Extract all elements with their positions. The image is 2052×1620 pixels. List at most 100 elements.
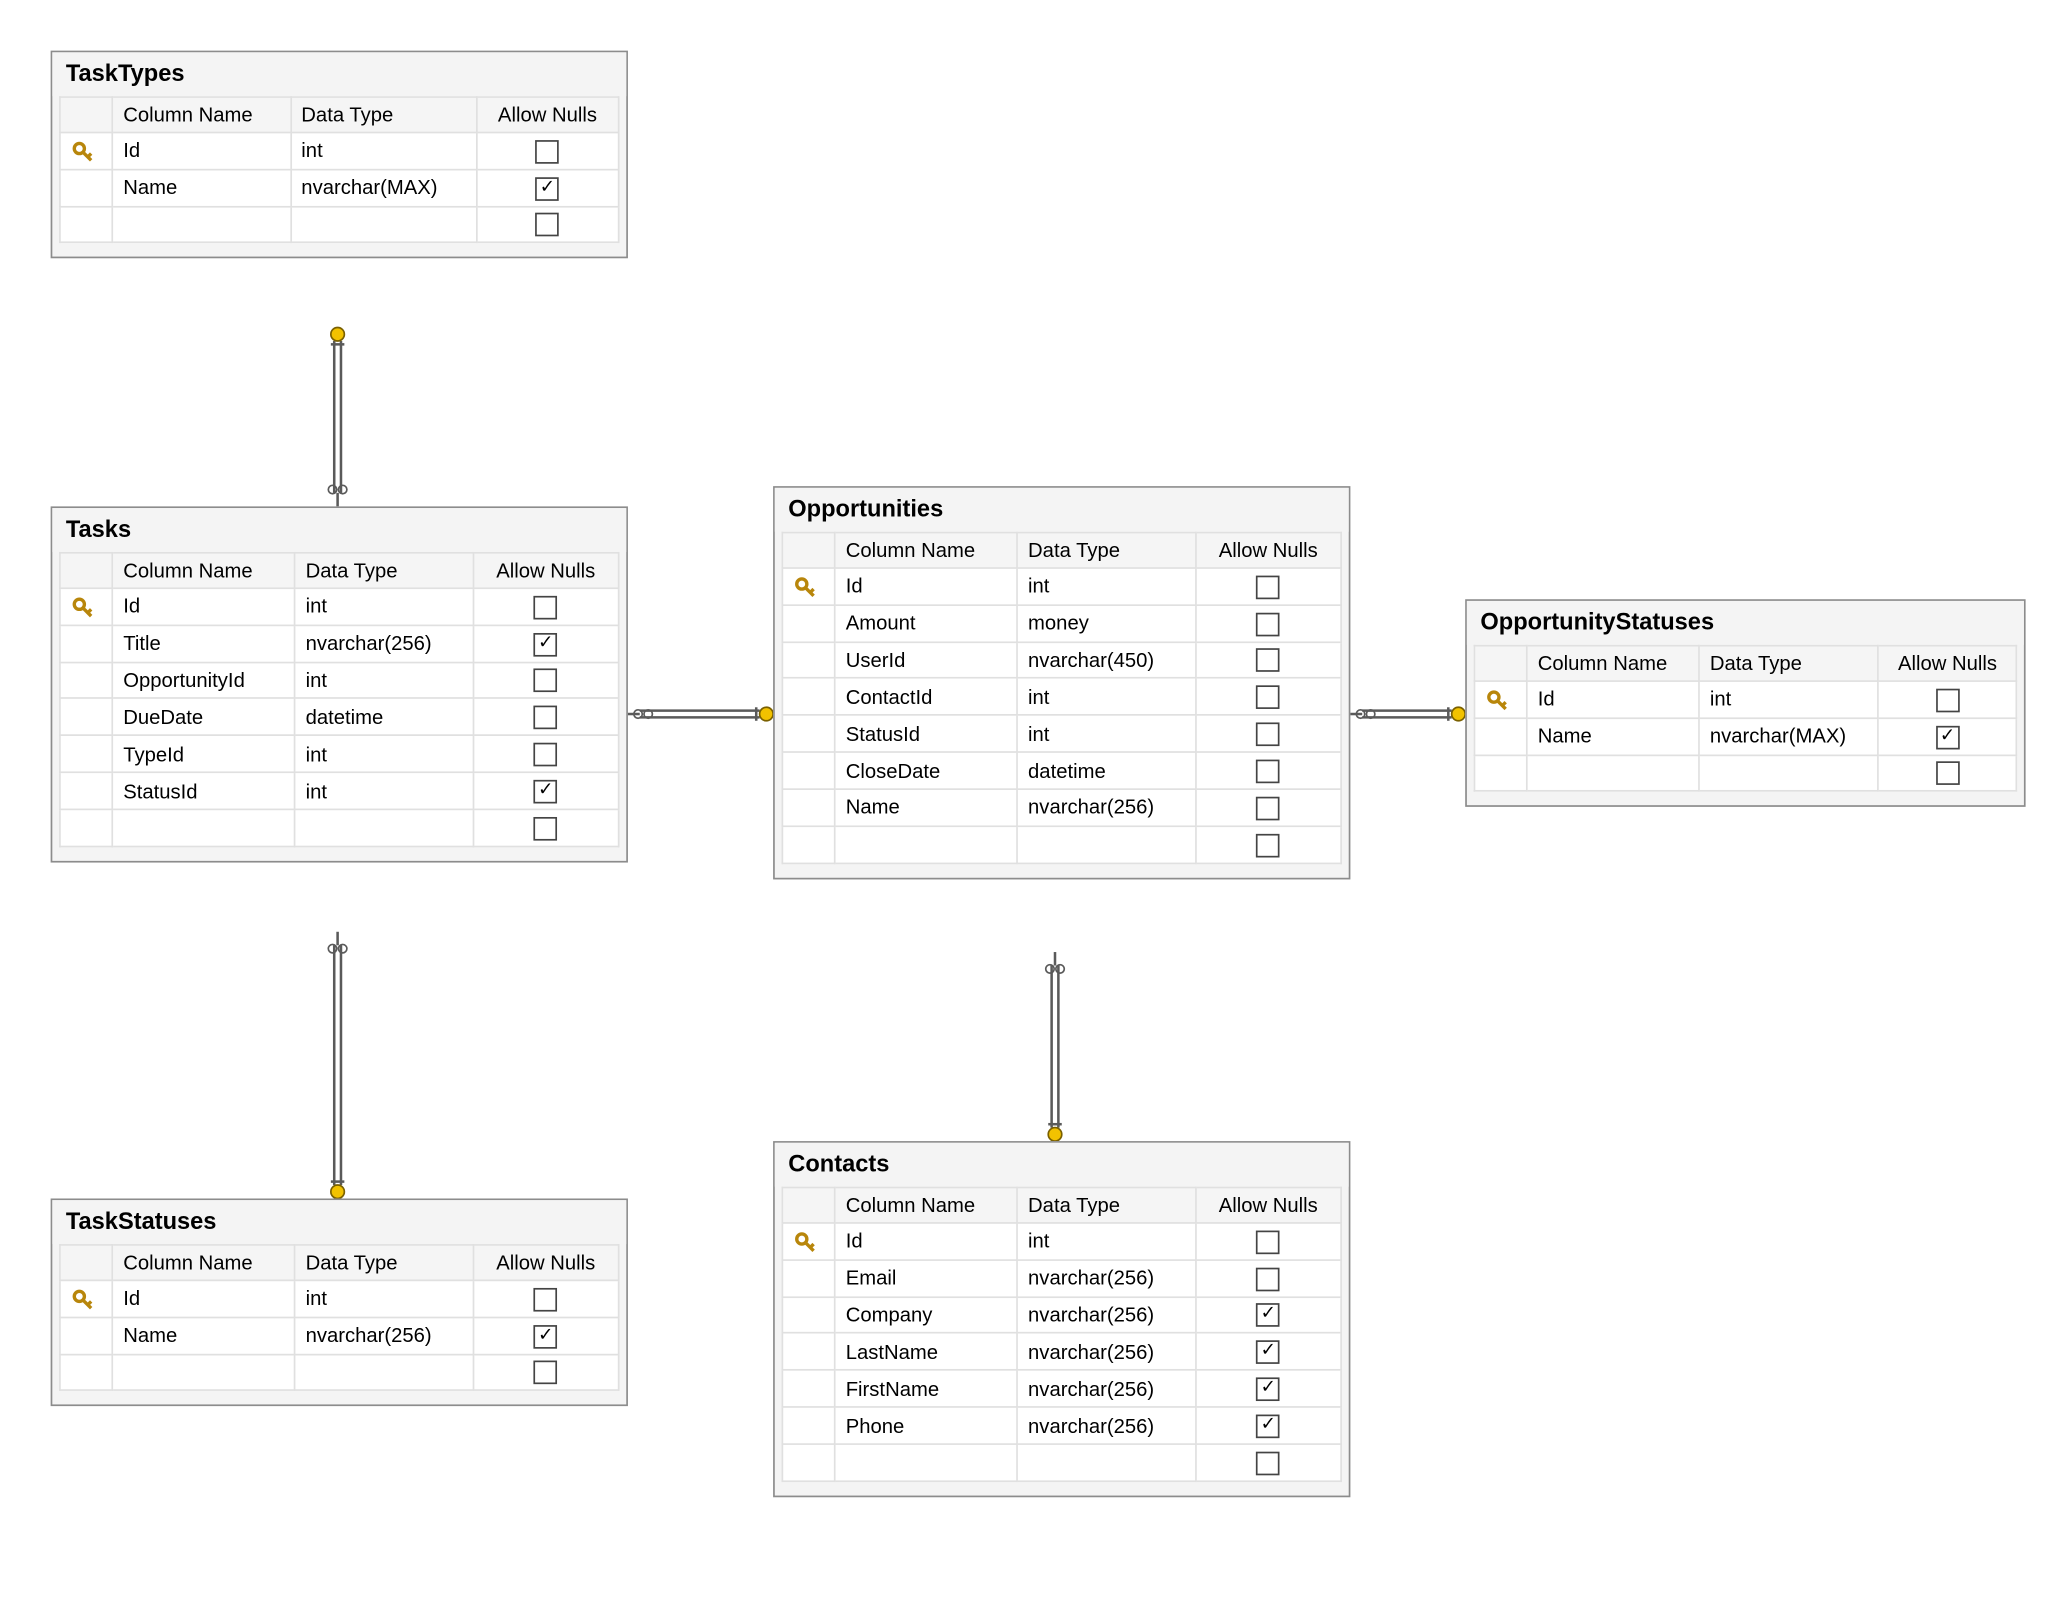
allow-nulls-cell[interactable] (1879, 681, 2017, 718)
column-row[interactable]: Namenvarchar(MAX) (1474, 718, 2016, 755)
allow-nulls-cell[interactable] (473, 662, 619, 699)
column-row[interactable]: Namenvarchar(256) (60, 1317, 619, 1354)
column-row[interactable]: StatusIdint (782, 715, 1341, 752)
allow-nulls-cell[interactable] (1195, 752, 1341, 789)
checkbox-icon[interactable] (1936, 725, 1960, 749)
column-row[interactable]: DueDatedatetime (60, 699, 619, 736)
checkbox-icon[interactable] (1256, 1378, 1280, 1402)
allow-nulls-cell[interactable] (476, 206, 618, 243)
allow-nulls-cell[interactable] (473, 1317, 619, 1354)
table-contacts[interactable]: ContactsColumn NameData TypeAllow NullsI… (773, 1141, 1350, 1497)
column-row[interactable]: Namenvarchar(MAX) (60, 169, 619, 206)
column-row[interactable]: Idint (60, 133, 619, 170)
column-row[interactable]: Titlenvarchar(256) (60, 625, 619, 662)
checkbox-icon[interactable] (1256, 1414, 1280, 1438)
checkbox-icon[interactable] (534, 817, 558, 841)
checkbox-icon[interactable] (534, 632, 558, 656)
checkbox-icon[interactable] (1256, 1341, 1280, 1365)
checkbox-icon[interactable] (534, 1288, 558, 1312)
column-row[interactable]: Idint (1474, 681, 2016, 718)
checkbox-icon[interactable] (1256, 1304, 1280, 1328)
column-row-empty[interactable] (782, 1444, 1341, 1481)
checkbox-icon[interactable] (536, 177, 560, 201)
checkbox-icon[interactable] (1256, 1230, 1280, 1254)
allow-nulls-cell[interactable] (1195, 679, 1341, 716)
checkbox-icon[interactable] (534, 1324, 558, 1348)
table-opportunitystatuses[interactable]: OpportunityStatusesColumn NameData TypeA… (1465, 599, 2025, 807)
column-row-empty[interactable] (60, 1354, 619, 1391)
allow-nulls-cell[interactable] (1195, 1444, 1341, 1481)
allow-nulls-cell[interactable] (473, 809, 619, 846)
allow-nulls-cell[interactable] (1195, 1297, 1341, 1334)
allow-nulls-cell[interactable] (1195, 568, 1341, 605)
allow-nulls-cell[interactable] (1879, 755, 2017, 792)
table-taskstatuses[interactable]: TaskStatusesColumn NameData TypeAllow Nu… (51, 1198, 628, 1406)
header-keycol (782, 533, 834, 568)
allow-nulls-cell[interactable] (473, 736, 619, 773)
allow-nulls-cell[interactable] (1195, 1407, 1341, 1444)
allow-nulls-cell[interactable] (1195, 605, 1341, 642)
column-row-empty[interactable] (60, 206, 619, 243)
checkbox-icon[interactable] (534, 743, 558, 767)
checkbox-icon[interactable] (1256, 796, 1280, 820)
allow-nulls-cell[interactable] (473, 699, 619, 736)
column-row[interactable]: Idint (60, 1280, 619, 1317)
column-row[interactable]: CloseDatedatetime (782, 752, 1341, 789)
checkbox-icon[interactable] (534, 596, 558, 620)
allow-nulls-cell[interactable] (1195, 1260, 1341, 1297)
allow-nulls-cell[interactable] (473, 1280, 619, 1317)
column-row[interactable]: Namenvarchar(256) (782, 789, 1341, 826)
column-row[interactable]: StatusIdint (60, 772, 619, 809)
allow-nulls-cell[interactable] (473, 588, 619, 625)
allow-nulls-cell[interactable] (476, 133, 618, 170)
checkbox-icon[interactable] (1256, 686, 1280, 710)
column-row[interactable]: OpportunityIdint (60, 662, 619, 699)
table-tasktypes[interactable]: TaskTypesColumn NameData TypeAllow Nulls… (51, 51, 628, 259)
allow-nulls-cell[interactable] (473, 772, 619, 809)
checkbox-icon[interactable] (1256, 649, 1280, 673)
checkbox-icon[interactable] (536, 214, 560, 238)
column-row[interactable]: UserIdnvarchar(450) (782, 642, 1341, 679)
allow-nulls-cell[interactable] (1195, 789, 1341, 826)
checkbox-icon[interactable] (1256, 723, 1280, 747)
column-row-empty[interactable] (782, 826, 1341, 863)
column-row[interactable]: Emailnvarchar(256) (782, 1260, 1341, 1297)
checkbox-icon[interactable] (1936, 688, 1960, 712)
allow-nulls-cell[interactable] (1195, 715, 1341, 752)
allow-nulls-cell[interactable] (476, 169, 618, 206)
allow-nulls-cell[interactable] (473, 625, 619, 662)
allow-nulls-cell[interactable] (1195, 1333, 1341, 1370)
checkbox-icon[interactable] (534, 1361, 558, 1385)
allow-nulls-cell[interactable] (473, 1354, 619, 1391)
column-row[interactable]: Phonenvarchar(256) (782, 1407, 1341, 1444)
column-row[interactable]: Idint (782, 568, 1341, 605)
checkbox-icon[interactable] (1256, 1451, 1280, 1475)
column-row[interactable]: Companynvarchar(256) (782, 1297, 1341, 1334)
column-row-empty[interactable] (1474, 755, 2016, 792)
checkbox-icon[interactable] (1256, 612, 1280, 636)
column-row[interactable]: Idint (60, 588, 619, 625)
column-row[interactable]: Idint (782, 1223, 1341, 1260)
table-tasks[interactable]: TasksColumn NameData TypeAllow NullsIdin… (51, 506, 628, 862)
checkbox-icon[interactable] (534, 706, 558, 730)
checkbox-icon[interactable] (1936, 762, 1960, 786)
allow-nulls-cell[interactable] (1879, 718, 2017, 755)
checkbox-icon[interactable] (534, 780, 558, 804)
checkbox-icon[interactable] (1256, 575, 1280, 599)
allow-nulls-cell[interactable] (1195, 1223, 1341, 1260)
column-row[interactable]: Amountmoney (782, 605, 1341, 642)
checkbox-icon[interactable] (1256, 833, 1280, 857)
column-row-empty[interactable] (60, 809, 619, 846)
column-row[interactable]: FirstNamenvarchar(256) (782, 1370, 1341, 1407)
allow-nulls-cell[interactable] (1195, 1370, 1341, 1407)
column-row[interactable]: TypeIdint (60, 736, 619, 773)
checkbox-icon[interactable] (1256, 1267, 1280, 1291)
checkbox-icon[interactable] (534, 669, 558, 693)
column-row[interactable]: LastNamenvarchar(256) (782, 1333, 1341, 1370)
allow-nulls-cell[interactable] (1195, 826, 1341, 863)
checkbox-icon[interactable] (536, 140, 560, 164)
allow-nulls-cell[interactable] (1195, 642, 1341, 679)
table-opportunities[interactable]: OpportunitiesColumn NameData TypeAllow N… (773, 486, 1350, 879)
column-row[interactable]: ContactIdint (782, 679, 1341, 716)
checkbox-icon[interactable] (1256, 760, 1280, 784)
